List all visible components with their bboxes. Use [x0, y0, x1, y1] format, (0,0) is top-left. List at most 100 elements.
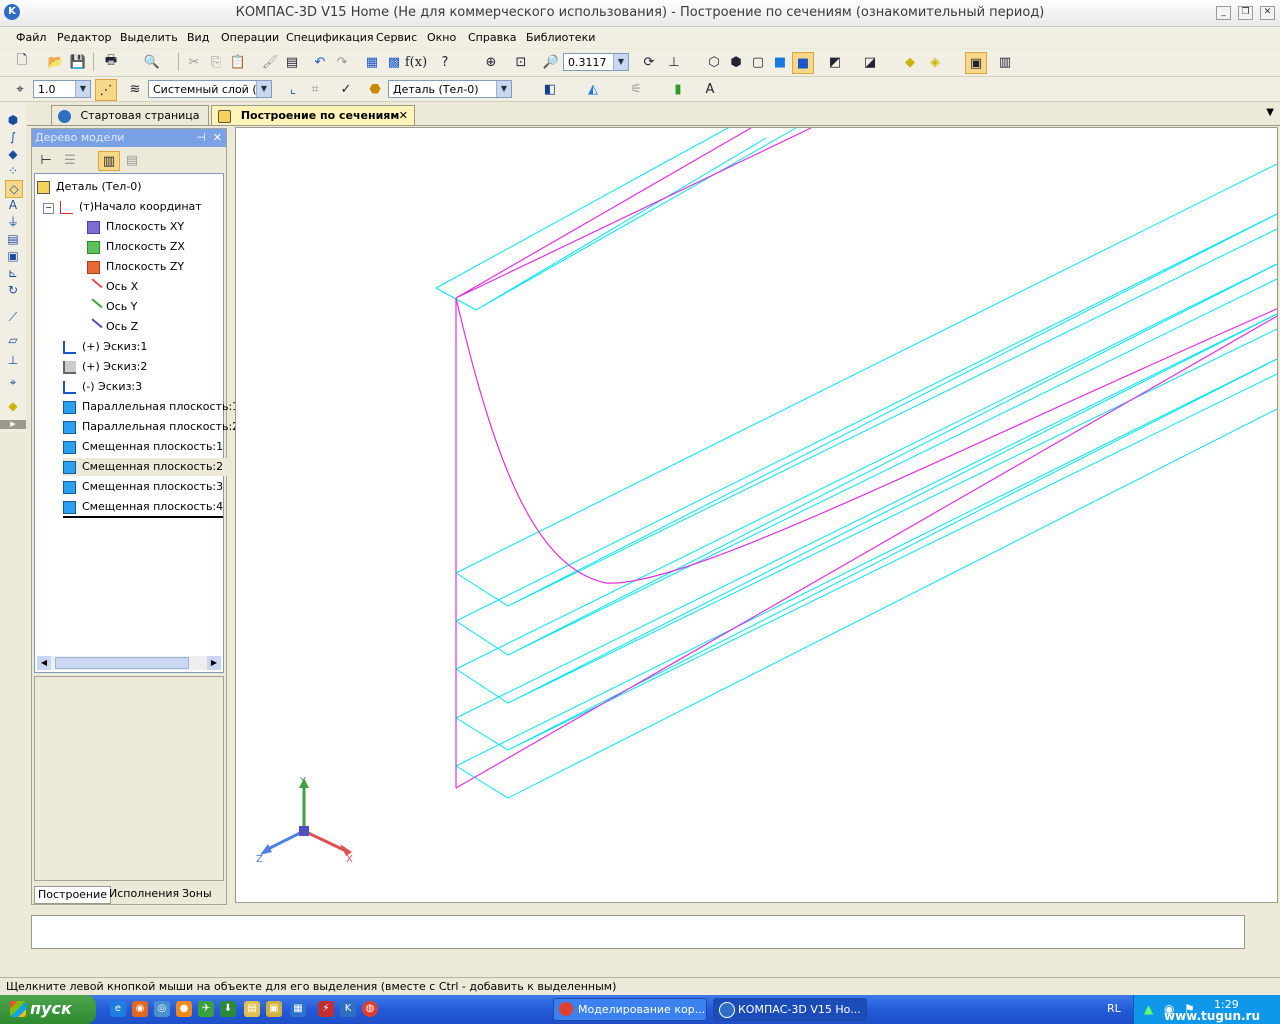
part-icon[interactable]: ⬣ — [365, 79, 385, 99]
shaded-edges-icon[interactable]: ■ — [792, 52, 814, 74]
color-icon[interactable]: ◧ — [540, 79, 560, 99]
tree-node-sketch-3[interactable]: (-) Эскиз:3 — [63, 378, 142, 396]
filters-icon[interactable]: ⏚ — [5, 214, 21, 230]
chrome-icon[interactable]: ◍ — [362, 1001, 378, 1017]
pin-icon[interactable]: ⊣ — [196, 129, 206, 146]
surface-icon[interactable]: ◭ — [583, 79, 603, 99]
select-icon[interactable]: ✓ — [336, 79, 356, 99]
language-indicator[interactable]: RL — [1107, 1002, 1121, 1015]
arrays-icon[interactable]: ⁘ — [5, 163, 21, 179]
minimize-button[interactable]: _ — [1216, 6, 1231, 20]
viewport-canvas[interactable]: Y X Z — [236, 128, 1278, 903]
collapse-icon[interactable]: − — [43, 203, 54, 214]
network-icon[interactable]: ▲ — [1144, 1002, 1153, 1016]
surfaces-icon[interactable]: ◆ — [5, 146, 21, 162]
panel-icon[interactable]: ▥ — [995, 52, 1015, 72]
sketch-icon[interactable]: ⌞ — [283, 79, 303, 99]
menu-file[interactable]: Файл — [16, 31, 46, 44]
layer-combo[interactable]: Системный слой (0) ▼ — [148, 80, 272, 98]
wireframe-icon[interactable]: ⬡ — [704, 52, 724, 72]
function-icon[interactable]: f(x) — [405, 52, 427, 72]
assembly-icon[interactable]: ◈ — [925, 52, 945, 72]
restore-button[interactable]: ❐ — [1238, 6, 1253, 20]
auxiliary-geometry-icon[interactable]: ◇ — [5, 180, 23, 198]
help-pointer-icon[interactable]: ? — [435, 52, 455, 72]
menu-service[interactable]: Сервис — [376, 31, 417, 44]
tree-view-icon[interactable]: ▥ — [98, 151, 120, 171]
specification-icon[interactable]: ▤ — [5, 231, 21, 247]
manager-icon[interactable]: ▦ — [362, 52, 382, 72]
rotate-icon[interactable]: ⟳ — [639, 52, 659, 72]
expand-arrow-icon[interactable]: ▶ — [0, 420, 26, 429]
open-folder-icon[interactable]: 📂 — [46, 52, 66, 72]
mcx-icon[interactable]: ▮ — [668, 79, 688, 99]
axis-icon[interactable]: ⊥ — [5, 352, 21, 368]
menu-operations[interactable]: Операции — [221, 31, 279, 44]
kompas-quick-icon[interactable]: K — [340, 1001, 356, 1017]
close-icon[interactable]: ✕ — [399, 106, 408, 125]
close-icon[interactable]: ✕ — [213, 129, 222, 146]
tree-node-part[interactable]: Деталь (Тел-0) — [37, 178, 142, 196]
scroll-left-icon[interactable]: ◀ — [37, 656, 51, 670]
snap-icon[interactable]: ⌖ — [10, 79, 30, 99]
dimension-icon[interactable]: A — [700, 79, 720, 99]
hidden-lines-icon[interactable]: ⬢ — [726, 52, 746, 72]
tree-node-offset-plane-4[interactable]: Смещенная плоскость:4 — [63, 498, 224, 518]
tree-node-parallel-plane-2[interactable]: Параллельная плоскость:2 — [63, 418, 239, 436]
print-icon[interactable]: 🖶 — [101, 52, 121, 72]
line-icon[interactable]: ⟋ — [5, 309, 21, 325]
tree-toggle-icon[interactable]: ▣ — [965, 52, 987, 74]
tab-start-page[interactable]: Стартовая страница — [51, 105, 209, 125]
zoom-all-icon[interactable]: ⊡ — [511, 52, 531, 72]
tree-node-sketch-1[interactable]: (+) Эскиз:1 — [63, 338, 147, 356]
notepad-icon[interactable]: ▤ — [244, 1001, 260, 1017]
firefox-icon[interactable]: ◉ — [132, 1001, 148, 1017]
detail-icon[interactable]: ◆ — [900, 52, 920, 72]
tree-node-sketch-2[interactable]: (+) Эскиз:2 — [63, 358, 147, 376]
tree-node-offset-plane-3[interactable]: Смещенная плоскость:3 — [63, 478, 223, 496]
folder-icon[interactable]: ▣ — [266, 1001, 282, 1017]
tree-node-axis-x[interactable]: Ось X — [84, 277, 138, 297]
tree-node-plane-xy[interactable]: Плоскость XY — [87, 218, 184, 236]
part-combo[interactable]: Деталь (Тел-0) ▼ — [388, 80, 512, 98]
rotate-view-icon[interactable]: ↻ — [5, 282, 21, 298]
menu-edit[interactable]: Редактор — [57, 31, 112, 44]
format-brush-icon[interactable]: 🖌 — [260, 52, 280, 72]
reports-icon[interactable]: ▣ — [5, 248, 21, 264]
tree-node-offset-plane-2[interactable]: Смещенная плоскость:2 — [63, 458, 228, 476]
cut-icon[interactable]: ✂ — [184, 52, 204, 72]
plane-icon[interactable]: ▱ — [5, 332, 21, 348]
menu-select[interactable]: Выделить — [120, 31, 178, 44]
redo-icon[interactable]: ↷ — [332, 52, 352, 72]
perspective-icon[interactable]: ◩ — [825, 52, 845, 72]
download-icon[interactable]: ⬇ — [220, 1001, 236, 1017]
pin-app-icon[interactable]: ✈ — [198, 1001, 214, 1017]
tree-props-icon[interactable]: ▤ — [122, 151, 142, 169]
tree-node-axis-y[interactable]: Ось Y — [84, 297, 137, 317]
task-kompas[interactable]: КОМПАС-3D V15 Ho... — [713, 998, 867, 1021]
tree-list-icon[interactable]: ☰ — [60, 151, 80, 169]
menu-specification[interactable]: Спецификация — [286, 31, 373, 44]
section-icon[interactable]: ◪ — [860, 52, 880, 72]
menu-view[interactable]: Вид — [187, 31, 209, 44]
edit-part-icon[interactable]: ⬢ — [5, 112, 21, 128]
tree-node-offset-plane-1[interactable]: Смещенная плоскость:1 — [63, 438, 223, 456]
tab-zones[interactable]: Зоны — [179, 886, 215, 902]
menu-help[interactable]: Справка — [468, 31, 516, 44]
zoom-value-combo[interactable]: 0.3117 ▼ — [563, 53, 629, 71]
properties-bar[interactable] — [31, 915, 1245, 949]
variables-icon[interactable]: ▩ — [384, 52, 404, 72]
zoom-icon[interactable]: 🔎 — [541, 52, 561, 72]
horizontal-scrollbar[interactable]: ◀ ▶ — [37, 656, 221, 670]
layers-icon[interactable]: ≋ — [125, 79, 145, 99]
scroll-thumb[interactable] — [55, 657, 189, 669]
zoom-window-icon[interactable]: ⊕ — [481, 52, 501, 72]
orientation-icon[interactable]: ⊥ — [664, 52, 684, 72]
tree-node-axis-z[interactable]: Ось Z — [84, 317, 138, 337]
calendar-icon[interactable]: ▦ — [290, 1001, 306, 1017]
coordinate-system-icon[interactable]: ⌖ — [5, 374, 21, 390]
tab-build[interactable]: Построение — [34, 886, 112, 904]
paste-icon[interactable]: 📋 — [228, 52, 248, 72]
tree-node-origin[interactable]: − (т)Начало координат — [43, 198, 202, 216]
undo-icon[interactable]: ↶ — [310, 52, 330, 72]
